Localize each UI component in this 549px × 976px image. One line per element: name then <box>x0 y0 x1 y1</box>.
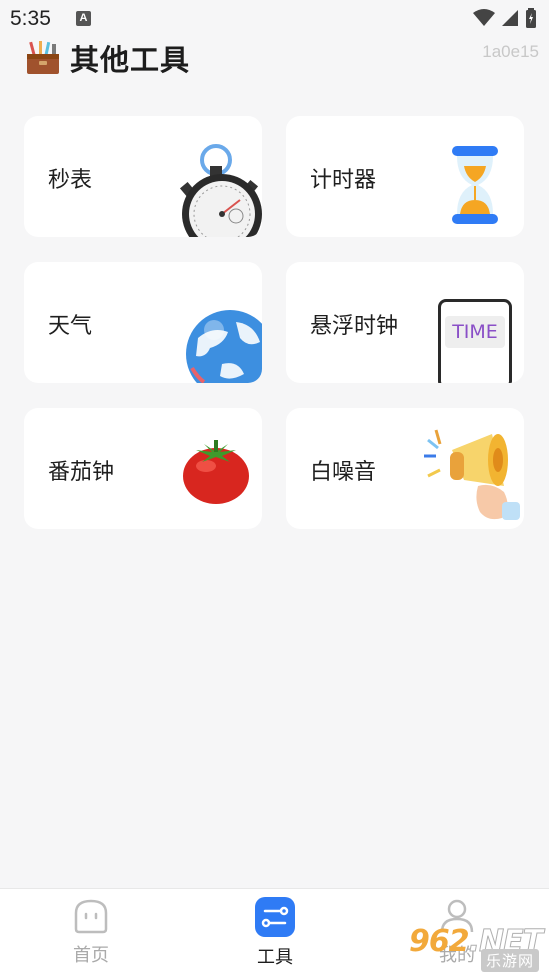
nav-label-tools: 工具 <box>257 947 293 967</box>
home-icon <box>74 899 108 934</box>
nav-label-home: 首页 <box>73 945 109 965</box>
tools-icon <box>255 897 295 937</box>
watermark: 962.NET 乐游网 <box>403 924 544 972</box>
status-time: 5:35 <box>10 7 51 30</box>
build-id: 1a0e15 <box>482 42 539 61</box>
watermark-sub: 乐游网 <box>480 949 539 972</box>
notification-a-icon: A <box>76 11 91 26</box>
tool-label: 秒表 <box>48 167 93 192</box>
tool-card-white-noise[interactable]: 白噪音 <box>286 408 524 529</box>
status-indicators <box>473 8 537 28</box>
nav-item-home[interactable]: 首页 <box>46 897 136 967</box>
page-header: 其他工具 <box>24 38 190 78</box>
tool-card-weather[interactable]: 天气 <box>24 262 262 383</box>
battery-icon <box>526 8 536 28</box>
tool-label: 番茄钟 <box>48 459 115 484</box>
phone-time-icon: TIME <box>438 299 512 383</box>
bottom-nav: 首页 工具 我的 962.NET 乐游网 <box>0 888 549 976</box>
toolbox-icon <box>27 41 59 74</box>
tool-label: 计时器 <box>310 167 377 192</box>
tool-card-tomato[interactable]: 番茄钟 <box>24 408 262 529</box>
stopwatch-icon <box>179 144 262 237</box>
signal-icon <box>502 10 518 26</box>
page-title: 其他工具 <box>70 45 191 77</box>
tool-label: 白噪音 <box>310 459 377 484</box>
tool-card-timer[interactable]: 计时器 <box>286 116 524 237</box>
megaphone-icon <box>424 429 520 520</box>
hourglass-icon <box>452 146 498 224</box>
tool-card-floating-clock[interactable]: 悬浮时钟 TIME <box>286 262 524 383</box>
tool-card-stopwatch[interactable]: 秒表 <box>24 116 262 237</box>
wifi-icon <box>473 9 495 26</box>
time-label: TIME <box>445 316 505 348</box>
tool-label: 悬浮时钟 <box>310 313 399 338</box>
tool-label: 天气 <box>48 313 93 338</box>
globe-icon <box>186 310 262 383</box>
status-bar: 5:35 A <box>0 0 549 36</box>
tomato-icon <box>183 440 249 504</box>
nav-item-tools[interactable]: 工具 <box>230 897 320 969</box>
